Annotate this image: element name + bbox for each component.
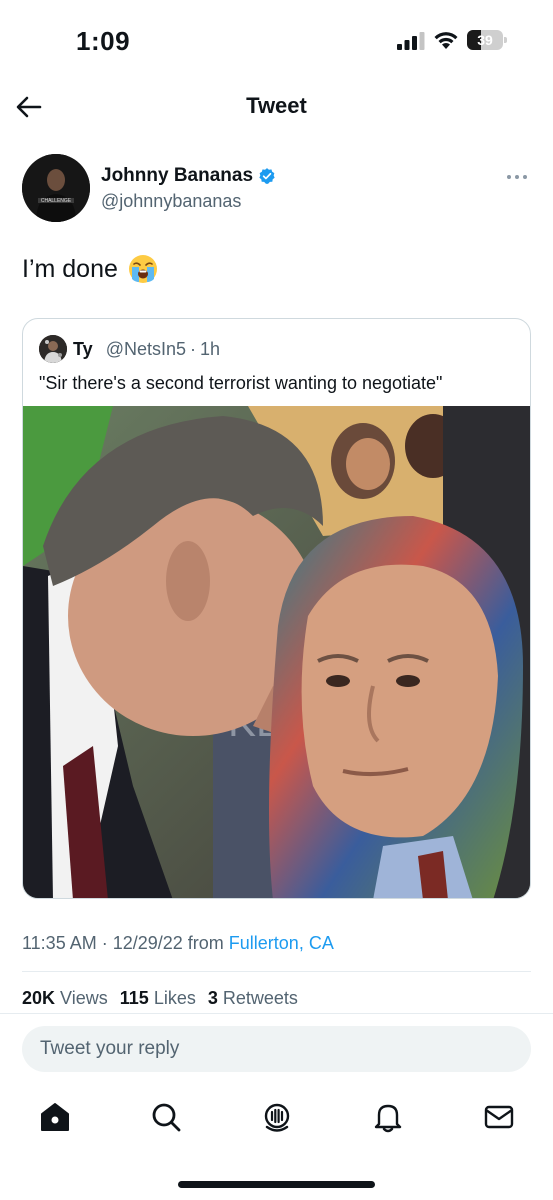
quoted-avatar-image	[39, 335, 67, 363]
quoted-time: 1h	[200, 339, 221, 359]
quoted-tweet-card[interactable]: Ty @NetsIn5 · 1h "Sir there's a second ter…	[22, 318, 531, 899]
location-link[interactable]: Fullerton, CA	[229, 933, 334, 953]
battery-level: 39	[477, 32, 493, 48]
reply-input[interactable]: Tweet your reply	[22, 1026, 531, 1072]
quoted-tweet-image[interactable]: KE M Co	[23, 406, 530, 898]
retweets-stat[interactable]: 3 Retweets	[208, 988, 298, 1009]
home-indicator[interactable]	[178, 1181, 375, 1188]
spaces-icon[interactable]	[260, 1100, 294, 1134]
author-name[interactable]: Johnny Bananas	[101, 165, 253, 187]
quoted-tweet-header: Ty @NetsIn5 · 1h	[73, 339, 220, 360]
cellular-signal-icon	[397, 32, 425, 50]
status-time: 1:09	[76, 26, 131, 56]
battery-indicator: 39	[467, 30, 507, 50]
reply-placeholder: Tweet your reply	[40, 1038, 180, 1059]
author-handle[interactable]: @johnnybananas	[101, 191, 241, 212]
quoted-author-handle: @NetsIn5	[105, 339, 186, 359]
views-stat: 20K Views	[22, 988, 108, 1008]
tweet-timestamp: 11:35 AM · 12/29/22 from	[22, 933, 229, 953]
wifi-icon	[434, 32, 458, 49]
notifications-icon[interactable]	[371, 1100, 405, 1134]
home-icon[interactable]	[38, 1100, 72, 1134]
tweet-timestamp-line: 11:35 AM · 12/29/22 from Fullerton, CA	[22, 933, 334, 954]
quoted-author-avatar[interactable]	[39, 335, 67, 363]
photo-illustration: KE M Co	[23, 406, 530, 898]
tweet-text: I’m done	[22, 254, 158, 284]
more-options-icon[interactable]	[505, 170, 529, 184]
loudly-crying-face-emoji-icon	[128, 255, 157, 283]
search-icon[interactable]	[149, 1100, 183, 1134]
divider	[22, 971, 531, 972]
avatar-text: CHALLENGE	[41, 198, 72, 204]
avatar-image: CHALLENGE	[22, 154, 90, 222]
tweet-body: I’m done	[22, 254, 118, 283]
likes-stat[interactable]: 115 Likes	[120, 988, 196, 1009]
quoted-tweet-text: "Sir there's a second terrorist wanting …	[39, 373, 443, 393]
verified-badge-icon	[259, 168, 275, 184]
messages-icon[interactable]	[482, 1100, 516, 1134]
quoted-author-name: Ty	[73, 339, 93, 359]
author-name-row[interactable]: Johnny Bananas	[101, 165, 276, 187]
nav-bar: Tweet	[0, 80, 553, 136]
author-avatar[interactable]: CHALLENGE	[22, 154, 90, 222]
status-bar: 1:09 39	[0, 0, 553, 80]
page-title: Tweet	[246, 93, 307, 118]
divider	[0, 1013, 553, 1014]
quoted-separator: ·	[190, 339, 196, 359]
tweet-stats: 20K Views 115 Likes 3 Retweets	[22, 988, 298, 1009]
